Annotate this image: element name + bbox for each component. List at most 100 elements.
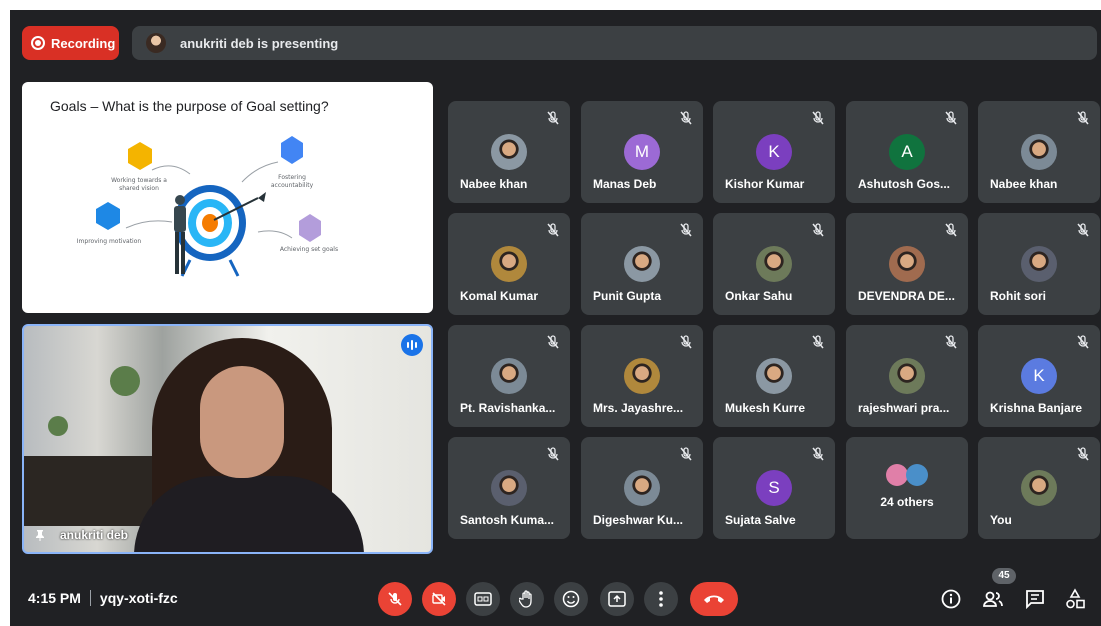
participant-name: Manas Deb [593,177,657,191]
participant-tile[interactable]: Nabee khan [978,101,1100,203]
avatar-photo [1021,470,1057,506]
meeting-code: yqy-xoti-fzc [99,590,178,606]
raise-hand-button[interactable] [510,582,544,616]
shared-screen: Goals – What is the purpose of Goal sett… [22,82,433,313]
present-now-button[interactable] [600,582,634,616]
participant-tile[interactable]: M Manas Deb [581,101,703,203]
avatar-photo [1021,246,1057,282]
presenter-face [200,366,284,478]
mic-muted-icon [1075,110,1091,126]
mic-muted-icon [810,334,826,350]
avatar-photo [491,246,527,282]
mic-muted-icon [678,222,694,238]
mic-muted-icon [545,110,561,126]
participant-tile[interactable]: Santosh Kuma... [448,437,570,539]
camera-off-button[interactable] [422,582,456,616]
avatar-photo [889,246,925,282]
avatar-photo [1021,134,1057,170]
participant-name: Nabee khan [460,177,528,191]
participant-tile[interactable]: Komal Kumar [448,213,570,315]
participant-tile[interactable]: Punit Gupta [581,213,703,315]
mic-muted-icon [678,110,694,126]
background-plant [110,366,140,396]
mic-muted-icon [810,110,826,126]
avatar-mini [906,464,928,486]
participant-count-badge: 45 [992,568,1016,584]
participant-tile[interactable]: DEVENDRA DE... [846,213,968,315]
participant-name: Rohit sori [990,289,1046,303]
mic-muted-icon [810,446,826,462]
microphone-off-button[interactable] [378,582,412,616]
slide-label-accountability: Fostering accountability [270,174,314,189]
avatar-photo [491,470,527,506]
participant-name: Krishna Banjare [990,401,1083,415]
pin-icon[interactable] [34,529,46,541]
mic-muted-icon [810,222,826,238]
mic-muted-icon [545,446,561,462]
avatar-photo [624,470,660,506]
participant-tile[interactable]: You [978,437,1100,539]
mic-muted-icon [678,334,694,350]
end-call-icon [704,595,724,603]
participant-tile[interactable]: Digeshwar Ku... [581,437,703,539]
chat-icon[interactable] [1024,588,1046,610]
participant-name: Ashutosh Gos... [858,177,951,191]
participant-tile[interactable]: Mukesh Kurre [713,325,835,427]
participant-tile[interactable]: K Kishor Kumar [713,101,835,203]
participant-tile[interactable]: Mrs. Jayashre... [581,325,703,427]
activities-icon[interactable] [1064,588,1086,610]
captions-button[interactable] [466,582,500,616]
more-options-button[interactable] [644,582,678,616]
recording-indicator[interactable]: Recording [22,26,119,60]
avatar-photo [624,246,660,282]
participant-name: Kishor Kumar [725,177,805,191]
presenting-text: anukriti deb is presenting [180,35,339,51]
camera-off-icon [432,592,446,606]
participant-tile[interactable]: K Krishna Banjare [978,325,1100,427]
mic-muted-icon [545,334,561,350]
participant-tile[interactable]: Onkar Sahu [713,213,835,315]
mic-muted-icon [545,222,561,238]
participant-tile[interactable]: A Ashutosh Gos... [846,101,968,203]
participant-name: Mukesh Kurre [725,401,806,415]
presenter-name: anukriti deb [60,528,129,542]
hand-icon [519,590,532,608]
presenter-name-label: anukriti deb [34,528,128,542]
participant-tile[interactable]: S Sujata Salve [713,437,835,539]
participant-tile[interactable]: Pt. Ravishanka... [448,325,570,427]
avatar-photo [756,246,792,282]
participant-name: Mrs. Jayashre... [593,401,684,415]
avatar-photo [491,134,527,170]
divider [89,590,91,606]
mic-muted-icon [1075,334,1091,350]
participant-tile[interactable]: Rohit sori [978,213,1100,315]
presenter-video-tile[interactable]: anukriti deb [22,324,433,554]
meeting-details-info-icon[interactable] [940,588,962,610]
presenting-banner[interactable]: anukriti deb is presenting [132,26,1097,60]
participant-tile[interactable]: rajeshwari pra... [846,325,968,427]
goal-setting-illustration [96,136,321,277]
mic-muted-icon [1075,222,1091,238]
participant-name: Onkar Sahu [725,289,793,303]
reactions-button[interactable] [554,582,588,616]
participant-name: Sujata Salve [725,513,796,527]
record-icon [31,36,45,50]
participant-name: DEVENDRA DE... [858,289,955,303]
slide-label-motivation: Improving motivation [76,238,142,245]
avatar-group [885,463,929,487]
others-count: 24 others [880,495,934,509]
participant-tile[interactable]: 24 others [846,437,968,539]
slide-label-achieving: Achieving set goals [279,246,339,253]
more-vert-icon [659,591,663,607]
participant-tile[interactable]: Nabee khan [448,101,570,203]
people-icon[interactable] [982,588,1004,610]
avatar-photo [491,358,527,394]
mic-off-icon [388,592,402,606]
leave-call-button[interactable] [690,582,738,616]
slide-label-shared-vision: Working towards a shared vision [111,177,167,192]
participant-name: Komal Kumar [460,289,539,303]
mic-muted-icon [943,222,959,238]
background-plant [48,416,68,436]
avatar-mini [886,464,908,486]
emoji-icon [562,590,580,608]
